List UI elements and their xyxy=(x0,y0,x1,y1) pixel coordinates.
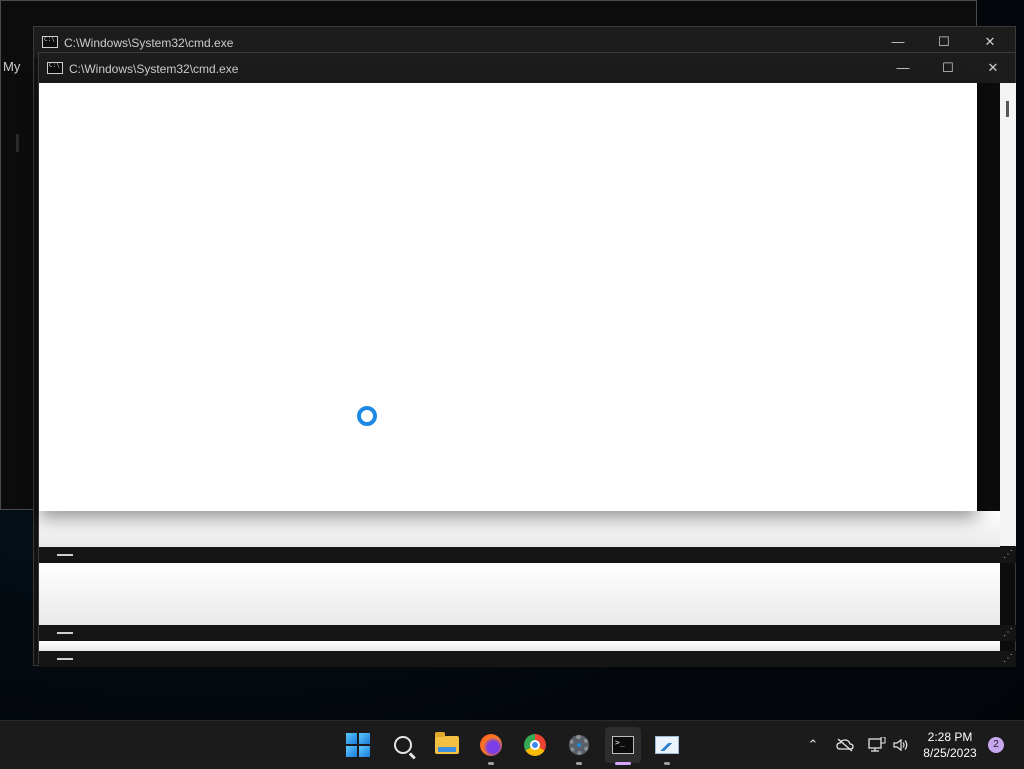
chrome-icon xyxy=(524,734,546,756)
window-title: C:\Windows\System32\cmd.exe xyxy=(69,62,239,76)
windows-logo-icon xyxy=(346,733,370,757)
search-icon xyxy=(394,736,412,754)
firefox-icon xyxy=(480,734,502,756)
dash-icon xyxy=(57,658,73,660)
dash-icon xyxy=(57,632,73,634)
resize-grip-icon[interactable]: ⋰ xyxy=(1000,547,1016,563)
settings-button[interactable] xyxy=(561,727,597,765)
maximize-button[interactable]: ☐ xyxy=(925,53,971,83)
clock-date: 8/25/2023 xyxy=(923,746,977,760)
running-indicator xyxy=(576,762,582,765)
terminal-button[interactable] xyxy=(605,727,641,765)
resize-grip-icon[interactable]: ⋰ xyxy=(1000,651,1016,667)
ghost-panel xyxy=(39,563,1000,625)
vertical-scrollbar[interactable] xyxy=(1000,83,1016,546)
loading-content-area[interactable] xyxy=(39,83,977,511)
cmd-window-front[interactable]: C:\Windows\System32\cmd.exe — ☐ ✕ ⋰ ⋰ ⋰ xyxy=(38,52,1016,667)
search-button[interactable] xyxy=(385,727,421,763)
resource-monitor-icon xyxy=(655,736,679,754)
minimize-button[interactable]: — xyxy=(880,53,926,83)
onedrive-button[interactable] xyxy=(834,721,856,769)
folder-icon xyxy=(435,732,459,754)
title-bar[interactable]: C:\Windows\System32\cmd.exe — ☐ ✕ xyxy=(39,53,1015,83)
cmd-app-icon xyxy=(47,62,63,74)
resource-monitor-button[interactable] xyxy=(649,727,685,765)
desktop-label[interactable]: My xyxy=(3,59,20,74)
firefox-button[interactable] xyxy=(473,727,509,765)
running-indicator xyxy=(664,762,670,765)
show-hidden-icons-button[interactable]: ⌃ xyxy=(802,721,824,769)
resize-grip-icon[interactable]: ⋰ xyxy=(1000,625,1016,641)
start-button[interactable] xyxy=(340,727,376,763)
loading-spinner-icon xyxy=(357,406,377,426)
dash-icon xyxy=(57,554,73,556)
minimized-strip[interactable]: ⋰ xyxy=(39,625,1016,641)
speaker-icon xyxy=(893,738,908,752)
taskbar: ⌃ 2:28 PM 8/25/2023 2 xyxy=(0,720,1024,769)
background-mark xyxy=(16,134,19,152)
running-indicator xyxy=(488,762,494,765)
terminal-icon xyxy=(612,736,634,754)
file-explorer-button[interactable] xyxy=(429,727,465,763)
close-button[interactable]: ✕ xyxy=(970,53,1016,83)
minimized-strip[interactable]: ⋰ xyxy=(39,651,1016,667)
clock[interactable]: 2:28 PM 8/25/2023 xyxy=(918,729,982,761)
volume-button[interactable] xyxy=(890,721,912,769)
clock-time: 2:28 PM xyxy=(927,730,973,744)
ghost-panel xyxy=(39,511,1000,547)
chevron-up-icon: ⌃ xyxy=(807,737,819,752)
gear-icon xyxy=(569,735,589,755)
minimized-strip[interactable]: ⋰ xyxy=(39,547,1016,563)
network-icon xyxy=(868,737,886,752)
cloud-offline-icon xyxy=(836,738,854,752)
network-button[interactable] xyxy=(866,721,888,769)
chrome-button[interactable] xyxy=(517,727,553,763)
window-title: C:\Windows\System32\cmd.exe xyxy=(64,36,234,50)
notification-badge[interactable]: 2 xyxy=(988,737,1004,753)
ghost-panel xyxy=(39,641,1000,651)
scrollbar-thumb[interactable] xyxy=(1006,101,1009,117)
active-indicator xyxy=(615,762,631,765)
cmd-app-icon xyxy=(42,36,58,48)
